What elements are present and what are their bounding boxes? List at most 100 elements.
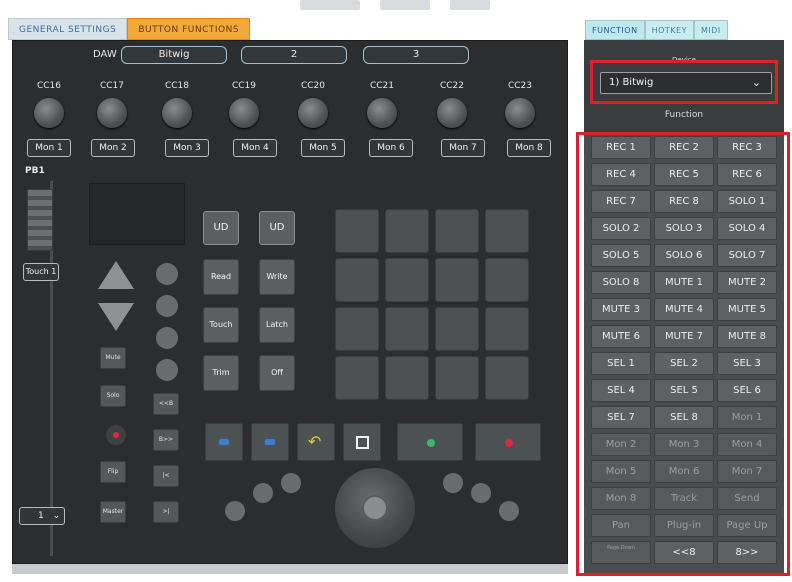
fader-handle[interactable] bbox=[27, 189, 53, 251]
drum-pad[interactable] bbox=[335, 209, 379, 253]
tab-midi[interactable]: MIDI bbox=[693, 20, 728, 40]
jog-wheel-center[interactable] bbox=[362, 495, 388, 521]
bank-select[interactable]: 1 ⌄ bbox=[19, 507, 65, 525]
drum-pad[interactable] bbox=[435, 209, 479, 253]
arrow-up-icon[interactable] bbox=[98, 261, 134, 289]
drum-pad[interactable] bbox=[435, 356, 479, 400]
header-decoration bbox=[450, 0, 490, 10]
transport-record-button[interactable] bbox=[475, 423, 541, 461]
transport-forward-button[interactable] bbox=[251, 423, 289, 461]
display-area bbox=[89, 183, 185, 245]
knob-label: CC18 bbox=[164, 81, 190, 91]
mon-button-8[interactable]: Mon 8 bbox=[507, 139, 551, 157]
round-button[interactable] bbox=[156, 327, 178, 349]
record-button[interactable] bbox=[106, 425, 126, 445]
drum-pad[interactable] bbox=[435, 258, 479, 302]
mute-button[interactable]: Mute bbox=[100, 347, 126, 369]
tab-button-functions[interactable]: BUTTON FUNCTIONS bbox=[127, 18, 251, 40]
record-icon bbox=[505, 439, 513, 447]
drum-pad[interactable] bbox=[335, 307, 379, 351]
daw-slot-2[interactable]: 2 bbox=[241, 46, 347, 64]
mon-button-2[interactable]: Mon 2 bbox=[91, 139, 135, 157]
function-tabs: FUNCTION HOTKEY MIDI bbox=[585, 20, 728, 40]
drum-pad[interactable] bbox=[485, 307, 529, 351]
master-button[interactable]: Master bbox=[100, 501, 126, 523]
encoder-knob[interactable] bbox=[437, 98, 467, 128]
knob-label: CC16 bbox=[36, 81, 62, 91]
ud-button-2[interactable]: UD bbox=[259, 211, 295, 245]
round-button[interactable] bbox=[156, 295, 178, 317]
drum-pad[interactable] bbox=[485, 258, 529, 302]
transport-stop-button[interactable] bbox=[343, 423, 381, 461]
tab-general-settings[interactable]: GENERAL SETTINGS bbox=[8, 18, 128, 40]
off-button[interactable]: Off bbox=[259, 355, 295, 391]
header-decoration bbox=[380, 0, 430, 10]
encoder-knob[interactable] bbox=[229, 98, 259, 128]
mon-button-3[interactable]: Mon 3 bbox=[165, 139, 209, 157]
scrollbar[interactable] bbox=[12, 564, 568, 574]
drum-pad[interactable] bbox=[335, 356, 379, 400]
controller-panel: DAW Bitwig 2 3 CC16 CC17 CC18 CC19 CC20 … bbox=[12, 40, 568, 564]
knob-label: CC19 bbox=[231, 81, 257, 91]
encoder-knob[interactable] bbox=[367, 98, 397, 128]
touch-button[interactable]: Touch 1 bbox=[23, 263, 59, 281]
encoder-knob[interactable] bbox=[162, 98, 192, 128]
forward-icon bbox=[265, 439, 275, 445]
knob-label: CC20 bbox=[300, 81, 326, 91]
function-panel: Device 1) Bitwig ⌄ Function REC 1 REC 2 RE… bbox=[576, 40, 790, 576]
prev-button[interactable]: |< bbox=[153, 465, 179, 487]
daw-slot-1[interactable]: Bitwig bbox=[121, 46, 227, 64]
knob-label: CC23 bbox=[507, 81, 533, 91]
round-button[interactable] bbox=[225, 501, 245, 521]
function-label: Function bbox=[664, 110, 704, 120]
knob-label: CC22 bbox=[439, 81, 465, 91]
latch-button[interactable]: Latch bbox=[259, 307, 295, 343]
read-button[interactable]: Read bbox=[203, 259, 239, 295]
rewind-button[interactable]: <<B bbox=[153, 393, 179, 415]
daw-label: DAW bbox=[93, 49, 117, 60]
drum-pad[interactable] bbox=[435, 307, 479, 351]
drum-pad[interactable] bbox=[385, 258, 429, 302]
write-button[interactable]: Write bbox=[259, 259, 295, 295]
transport-play-button[interactable] bbox=[397, 423, 463, 461]
drum-pad[interactable] bbox=[485, 356, 529, 400]
drum-pad[interactable] bbox=[385, 356, 429, 400]
tab-hotkey[interactable]: HOTKEY bbox=[644, 20, 694, 40]
flip-button[interactable]: Flip bbox=[100, 461, 126, 483]
round-button[interactable] bbox=[443, 473, 463, 493]
round-button[interactable] bbox=[281, 473, 301, 493]
encoder-knob[interactable] bbox=[34, 98, 64, 128]
trim-button[interactable]: Trim bbox=[203, 355, 239, 391]
encoder-knob[interactable] bbox=[97, 98, 127, 128]
next-button[interactable]: >| bbox=[153, 501, 179, 523]
arrow-down-icon[interactable] bbox=[98, 303, 134, 331]
drum-pad[interactable] bbox=[335, 258, 379, 302]
knob-label: CC21 bbox=[369, 81, 395, 91]
settings-tabs: GENERAL SETTINGS BUTTON FUNCTIONS bbox=[8, 18, 251, 40]
transport-rewind-button[interactable] bbox=[205, 423, 243, 461]
drum-pad[interactable] bbox=[385, 307, 429, 351]
mon-button-6[interactable]: Mon 6 bbox=[369, 139, 413, 157]
chevron-down-icon: ⌄ bbox=[52, 511, 61, 521]
drum-pad[interactable] bbox=[485, 209, 529, 253]
daw-slot-3[interactable]: 3 bbox=[363, 46, 469, 64]
encoder-knob[interactable] bbox=[298, 98, 328, 128]
round-button[interactable] bbox=[156, 263, 178, 285]
forward-button[interactable]: B>> bbox=[153, 429, 179, 451]
touch-mode-button[interactable]: Touch bbox=[203, 307, 239, 343]
tab-function[interactable]: FUNCTION bbox=[585, 20, 645, 40]
lock-button[interactable] bbox=[156, 359, 178, 381]
mon-button-1[interactable]: Mon 1 bbox=[27, 139, 71, 157]
ud-button-1[interactable]: UD bbox=[203, 211, 239, 245]
mon-button-5[interactable]: Mon 5 bbox=[301, 139, 345, 157]
mon-button-4[interactable]: Mon 4 bbox=[233, 139, 277, 157]
transport-loop-button[interactable]: ↶ bbox=[297, 423, 335, 461]
round-button[interactable] bbox=[253, 483, 273, 503]
round-button[interactable] bbox=[471, 483, 491, 503]
drum-pad[interactable] bbox=[385, 209, 429, 253]
header-decoration bbox=[300, 0, 360, 10]
round-button[interactable] bbox=[499, 501, 519, 521]
encoder-knob[interactable] bbox=[505, 98, 535, 128]
solo-button[interactable]: Solo bbox=[100, 385, 126, 407]
mon-button-7[interactable]: Mon 7 bbox=[441, 139, 485, 157]
